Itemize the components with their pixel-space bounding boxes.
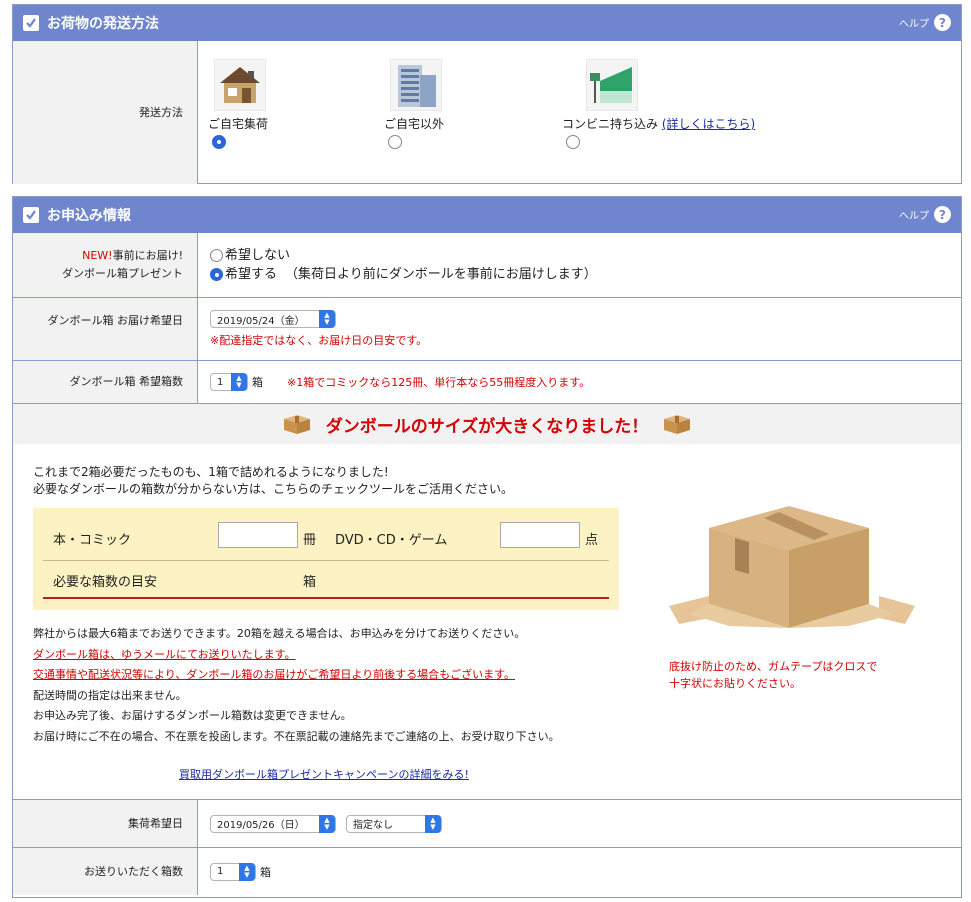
pickup-time-select[interactable]: 指定なし ▲ ▼ [346,814,442,833]
help-question-icon: ? [934,14,951,31]
convenience-store-icon [586,59,638,111]
application-info-section: お申込み情報 ヘルプ ? NEW!事前にお届け! ダンボール箱プレゼント 希望し… [12,196,962,898]
convenience-details-link[interactable]: (詳しくはこちら) [662,117,755,131]
box-count-row: ダンボール箱 希望箱数 1 ▲ ▼ 箱 ※1箱でコミックなら125冊、単行本なら5… [13,360,961,403]
ship-option-home[interactable]: ご自宅集荷 [208,59,268,152]
delivery-date-row: ダンボール箱 お届け希望日 2019/05/24（金） ▲ ▼ ※配達指定ではなく… [13,297,961,360]
send-count-select[interactable]: 1 ▲ ▼ [210,862,256,881]
banner-title: ダンボールのサイズが大きくなりました！ [325,416,649,437]
section-title: お荷物の発送方法 [47,16,159,32]
select-arrows-icon: ▲ ▼ [319,310,335,328]
building-icon [390,59,442,111]
ship-option-other[interactable]: ご自宅以外 [384,59,444,152]
pickup-date-select[interactable]: 2019/05/26（日） ▲ ▼ [210,814,336,833]
select-arrows-icon: ▲ ▼ [231,373,247,391]
notes-list: 弊社からは最大6箱までお送りできます。20箱を越える場合は、お申込みを分けてお送… [33,627,560,743]
divider [43,560,609,561]
help-question-icon: ? [934,206,951,223]
radio-present-no[interactable] [210,249,223,262]
book-count-input[interactable] [218,522,298,548]
shipping-method-section: お荷物の発送方法 ヘルプ ? 発送方法 ご自宅集荷 ご自宅以外 コンビニ持ち込み… [12,4,962,184]
select-arrows-icon: ▲ ▼ [425,814,441,833]
media-count-input[interactable] [500,522,580,548]
section-title: お申込み情報 [47,208,131,224]
application-info-header: お申込み情報 ヘルプ ? [13,197,961,233]
result-underline [43,597,609,599]
house-icon [214,59,266,111]
box-count-select[interactable]: 1 ▲ ▼ [210,373,248,391]
pickup-date-row: 集荷希望日 2019/05/26（日） ▲ ▼ 指定なし ▲ ▼ [13,799,961,847]
box-size-banner: ダンボールのサイズが大きくなりました！ これまで2箱必要だったものも、1箱で詰め… [13,403,961,799]
send-count-row: お送りいただく箱数 1 ▲ ▼ 箱 [13,847,961,895]
radio-present-yes[interactable] [210,268,223,281]
campaign-details-link[interactable]: 買取用ダンボール箱プレゼントキャンペーンの詳細をみる! [179,766,469,782]
checkmark-icon [23,207,39,223]
present-yes-option[interactable]: 希望する （集荷日より前にダンボールを事前にお届けします） [210,265,597,284]
cardboard-box-icon [664,415,691,434]
checkmark-icon [23,15,39,31]
box-calculator: 本・コミック 冊 DVD・CD・ゲーム 点 必要な箱数の目安 箱 [33,508,619,610]
delivery-date-select[interactable]: 2019/05/24（金） ▲ ▼ [210,310,336,328]
help-link[interactable]: ヘルプ ? [899,14,951,31]
shipping-method-header: お荷物の発送方法 ヘルプ ? [13,5,961,41]
radio-home[interactable] [212,135,226,149]
new-badge: NEW! [82,249,113,262]
ship-option-convenience[interactable]: コンビニ持ち込み (詳しくはこちら) [562,59,755,152]
present-row: NEW!事前にお届け! ダンボール箱プレゼント 希望しない 希望する （集荷日よ… [13,233,961,297]
radio-other[interactable] [388,135,402,149]
large-cardboard-box-image [669,506,915,628]
present-no-option[interactable]: 希望しない [210,246,290,265]
select-arrows-icon: ▲ ▼ [319,814,335,833]
shipping-method-label: 発送方法 [13,41,198,184]
cardboard-box-icon [283,415,310,434]
radio-convenience[interactable] [566,135,580,149]
help-link[interactable]: ヘルプ ? [899,206,951,223]
select-arrows-icon: ▲ ▼ [239,862,255,881]
